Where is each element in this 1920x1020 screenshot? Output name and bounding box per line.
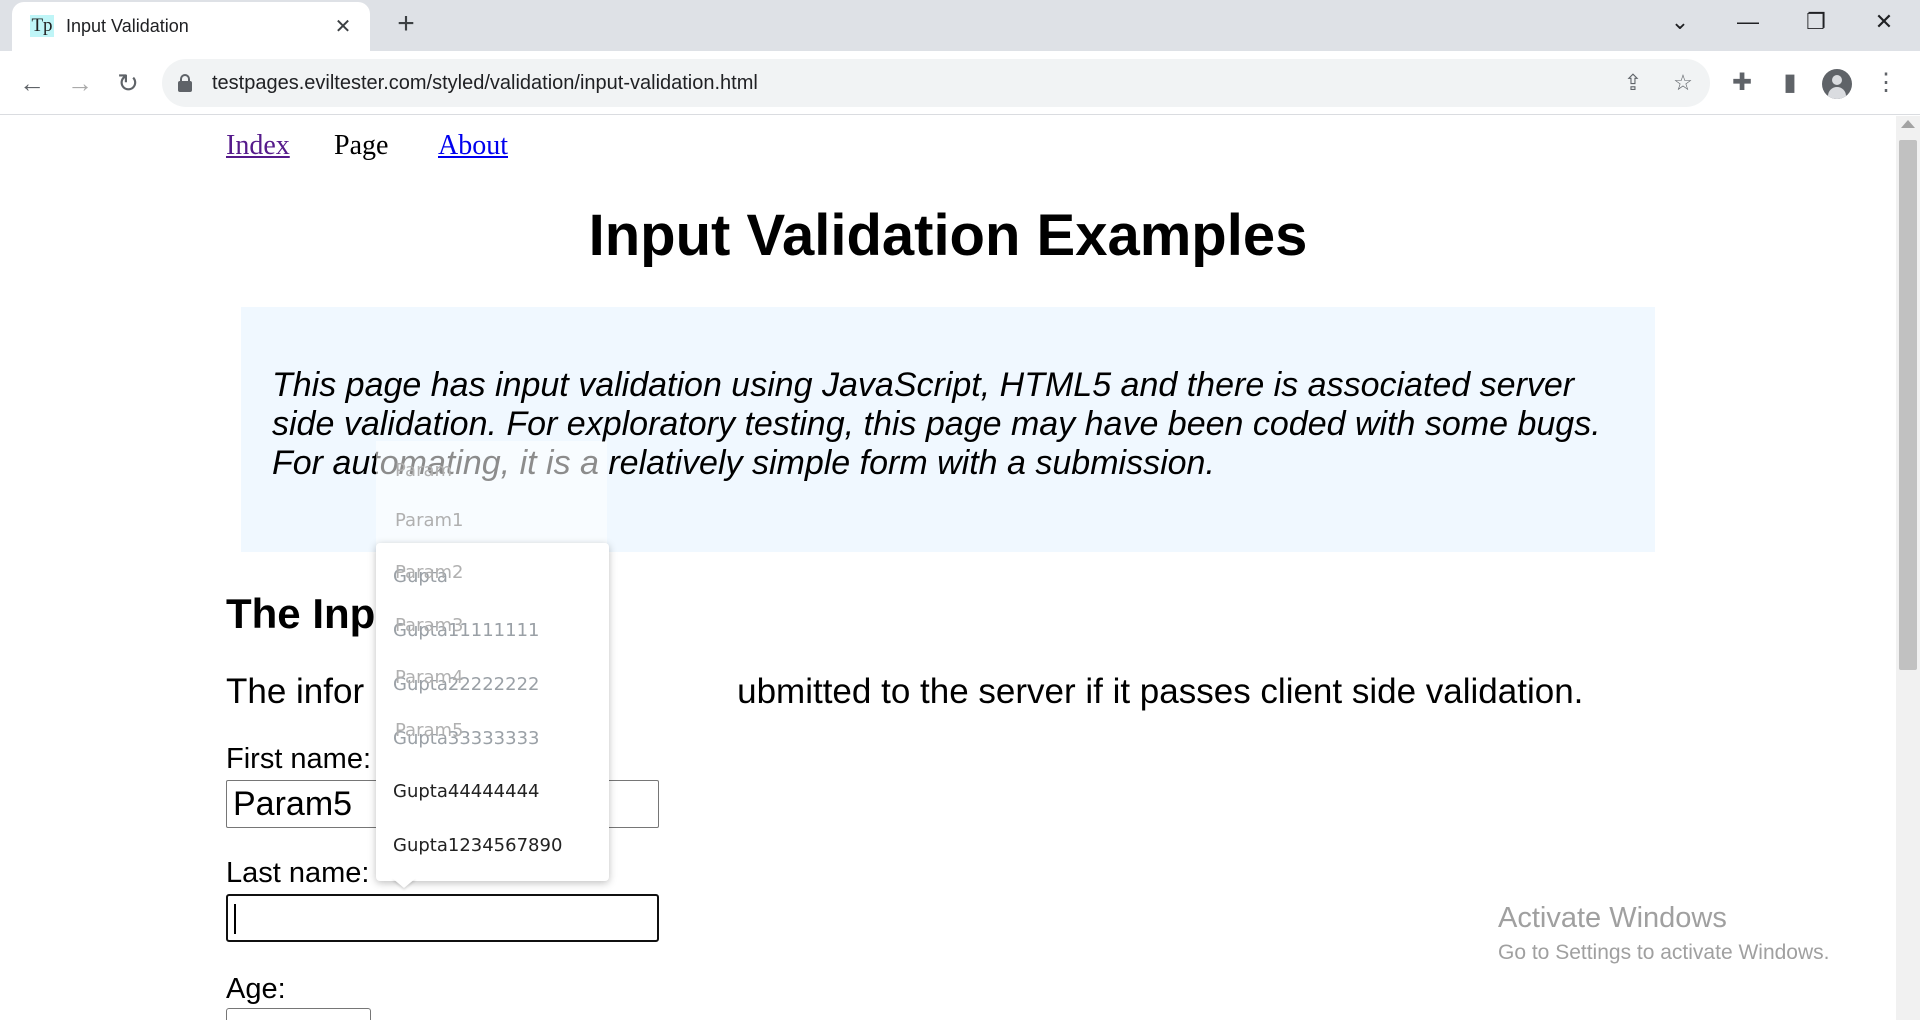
scroll-up-arrow-icon[interactable] xyxy=(1901,120,1915,128)
last-name-input[interactable] xyxy=(226,894,659,942)
last-name-label: Last name: xyxy=(226,857,370,889)
age-label: Age: xyxy=(226,973,286,1005)
autocomplete-faded-item: Param2 xyxy=(395,562,464,583)
autocomplete-faded-item: Param1 xyxy=(395,510,464,531)
info-text-left: The infor xyxy=(226,672,365,711)
text-caret xyxy=(234,904,236,934)
url-text[interactable]: testpages.eviltester.com/styled/validati… xyxy=(212,72,758,95)
info-text-right: ubmitted to the server if it passes clie… xyxy=(737,672,1584,711)
lock-icon[interactable] xyxy=(178,74,192,92)
browser-tab[interactable]: Tp Input Validation ✕ xyxy=(12,2,370,51)
tab-strip: Tp Input Validation ✕ + ⌄ — ❐ ✕ xyxy=(0,0,1920,51)
profile-avatar-icon[interactable] xyxy=(1822,69,1852,99)
activate-windows-watermark: Activate Windows Go to Settings to activ… xyxy=(1498,902,1830,965)
autocomplete-dropdown xyxy=(376,543,609,881)
forward-arrow-icon[interactable]: → xyxy=(62,65,98,101)
address-bar[interactable]: testpages.eviltester.com/styled/validati… xyxy=(162,59,1710,107)
nav-link-index[interactable]: Index xyxy=(226,130,290,162)
watermark-title: Activate Windows xyxy=(1498,902,1727,934)
first-name-label: First name: xyxy=(226,743,372,775)
page-viewport: Index Page About Input Validation Exampl… xyxy=(0,116,1896,1020)
autocomplete-faded-item: Param5 xyxy=(395,720,464,741)
tab-title: Input Validation xyxy=(66,16,189,36)
bookmark-star-icon[interactable]: ☆ xyxy=(1668,68,1698,98)
minimize-button[interactable]: — xyxy=(1718,0,1778,44)
scrollbar-thumb[interactable] xyxy=(1899,140,1917,670)
share-icon[interactable]: ⇪ xyxy=(1618,68,1648,98)
tab-search-icon[interactable]: ⌄ xyxy=(1650,0,1710,44)
menu-kebab-icon[interactable]: ⋮ xyxy=(1868,65,1904,101)
reload-icon[interactable]: ↻ xyxy=(110,65,146,101)
nav-item-page: Page xyxy=(334,130,389,161)
browser-toolbar: ← → ↻ testpages.eviltester.com/styled/va… xyxy=(0,51,1920,115)
autocomplete-faded-item: Param4 xyxy=(395,667,464,688)
autocomplete-item[interactable]: Gupta44444444 xyxy=(393,781,540,802)
favicon-icon: Tp xyxy=(30,15,54,37)
watermark-subtitle: Go to Settings to activate Windows. xyxy=(1498,941,1830,964)
nav-link-about[interactable]: About xyxy=(438,130,508,162)
autocomplete-item[interactable]: Gupta1234567890 xyxy=(393,835,562,856)
section-title: The Inp xyxy=(226,590,376,637)
restore-button[interactable]: ❐ xyxy=(1786,0,1846,44)
tab-close-icon[interactable]: ✕ xyxy=(330,14,356,40)
window-close-button[interactable]: ✕ xyxy=(1854,0,1914,44)
new-tab-button[interactable]: + xyxy=(389,8,423,42)
vertical-scrollbar[interactable] xyxy=(1896,116,1920,1020)
age-input[interactable] xyxy=(226,1008,371,1020)
page-title: Input Validation Examples xyxy=(588,203,1308,268)
autocomplete-pointer xyxy=(392,878,416,888)
extensions-icon[interactable]: ✚ xyxy=(1724,65,1760,101)
back-arrow-icon[interactable]: ← xyxy=(14,65,50,101)
side-panel-icon[interactable]: ▮ xyxy=(1772,65,1808,101)
autocomplete-faded-item: Param xyxy=(395,460,453,481)
autocomplete-faded-item: Param3 xyxy=(395,615,464,636)
